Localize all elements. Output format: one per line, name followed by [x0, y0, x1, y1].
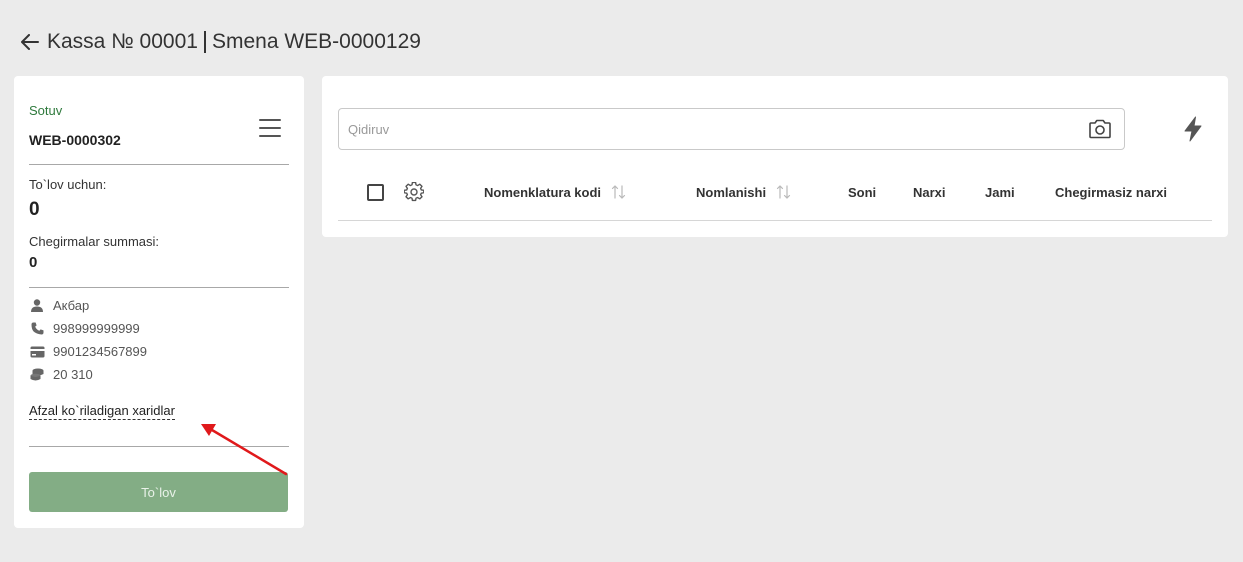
arrow-left-icon[interactable] — [20, 32, 40, 52]
favorite-purchases-link[interactable]: Afzal ko`riladigan xaridlar — [29, 403, 175, 420]
customer-name: Акбар — [53, 298, 90, 313]
divider — [29, 164, 289, 165]
credit-card-icon — [29, 345, 45, 359]
phone-icon — [29, 322, 45, 336]
column-header-name[interactable]: Nomlanishi — [696, 185, 766, 200]
search-input[interactable] — [339, 109, 1079, 149]
smena-title: Smena WEB-0000129 — [211, 30, 421, 53]
page-header: Kassa № 00001 Smena WEB-0000129 — [20, 28, 421, 56]
pay-total-value: 0 — [29, 199, 40, 220]
page-title: Kassa № 00001 Smena WEB-0000129 — [47, 30, 421, 54]
customer-phone: 998999999999 — [53, 321, 140, 336]
discount-label: Chegirmalar summasi: — [29, 234, 160, 249]
user-icon — [29, 299, 45, 313]
camera-icon[interactable] — [1088, 119, 1112, 139]
customer-balance-row: 20 310 — [29, 367, 93, 382]
customer-card: 9901234567899 — [53, 344, 147, 359]
customer-card-row: 9901234567899 — [29, 344, 147, 359]
customer-name-row: Акбар — [29, 298, 89, 313]
divider — [29, 287, 289, 288]
discount-value: 0 — [29, 254, 38, 271]
column-header-price[interactable]: Narxi — [913, 185, 946, 200]
kassa-title: Kassa № 00001 — [47, 30, 198, 53]
customer-balance: 20 310 — [53, 367, 93, 382]
table-header: Nomenklatura kodi Nomlanishi Soni Narxi … — [338, 172, 1212, 221]
hamburger-menu-icon[interactable] — [259, 119, 281, 137]
gear-icon[interactable] — [403, 181, 425, 202]
products-panel: Nomenklatura kodi Nomlanishi Soni Narxi … — [322, 76, 1228, 237]
lightning-icon[interactable] — [1182, 116, 1204, 142]
customer-phone-row: 998999999999 — [29, 321, 140, 336]
column-header-total[interactable]: Jami — [985, 185, 1015, 200]
search-box — [338, 108, 1125, 150]
pay-button[interactable]: To`lov — [29, 472, 288, 512]
sort-arrows-icon[interactable] — [611, 184, 627, 200]
sale-summary-panel: Sotuv WEB-0000302 To`lov uchun: 0 Chegir… — [14, 76, 304, 528]
divider — [29, 446, 289, 447]
sort-arrows-icon[interactable] — [776, 184, 792, 200]
pay-total-label: To`lov uchun: — [29, 177, 107, 192]
column-header-code[interactable]: Nomenklatura kodi — [484, 185, 601, 200]
title-separator — [203, 31, 206, 53]
document-number: WEB-0000302 — [29, 132, 121, 148]
column-header-price-without-discount[interactable]: Chegirmasiz narxi — [1055, 185, 1167, 200]
column-header-quantity[interactable]: Soni — [848, 185, 876, 200]
select-all-checkbox[interactable] — [367, 184, 384, 201]
coins-icon — [29, 368, 45, 382]
sale-mode-label: Sotuv — [29, 103, 63, 118]
